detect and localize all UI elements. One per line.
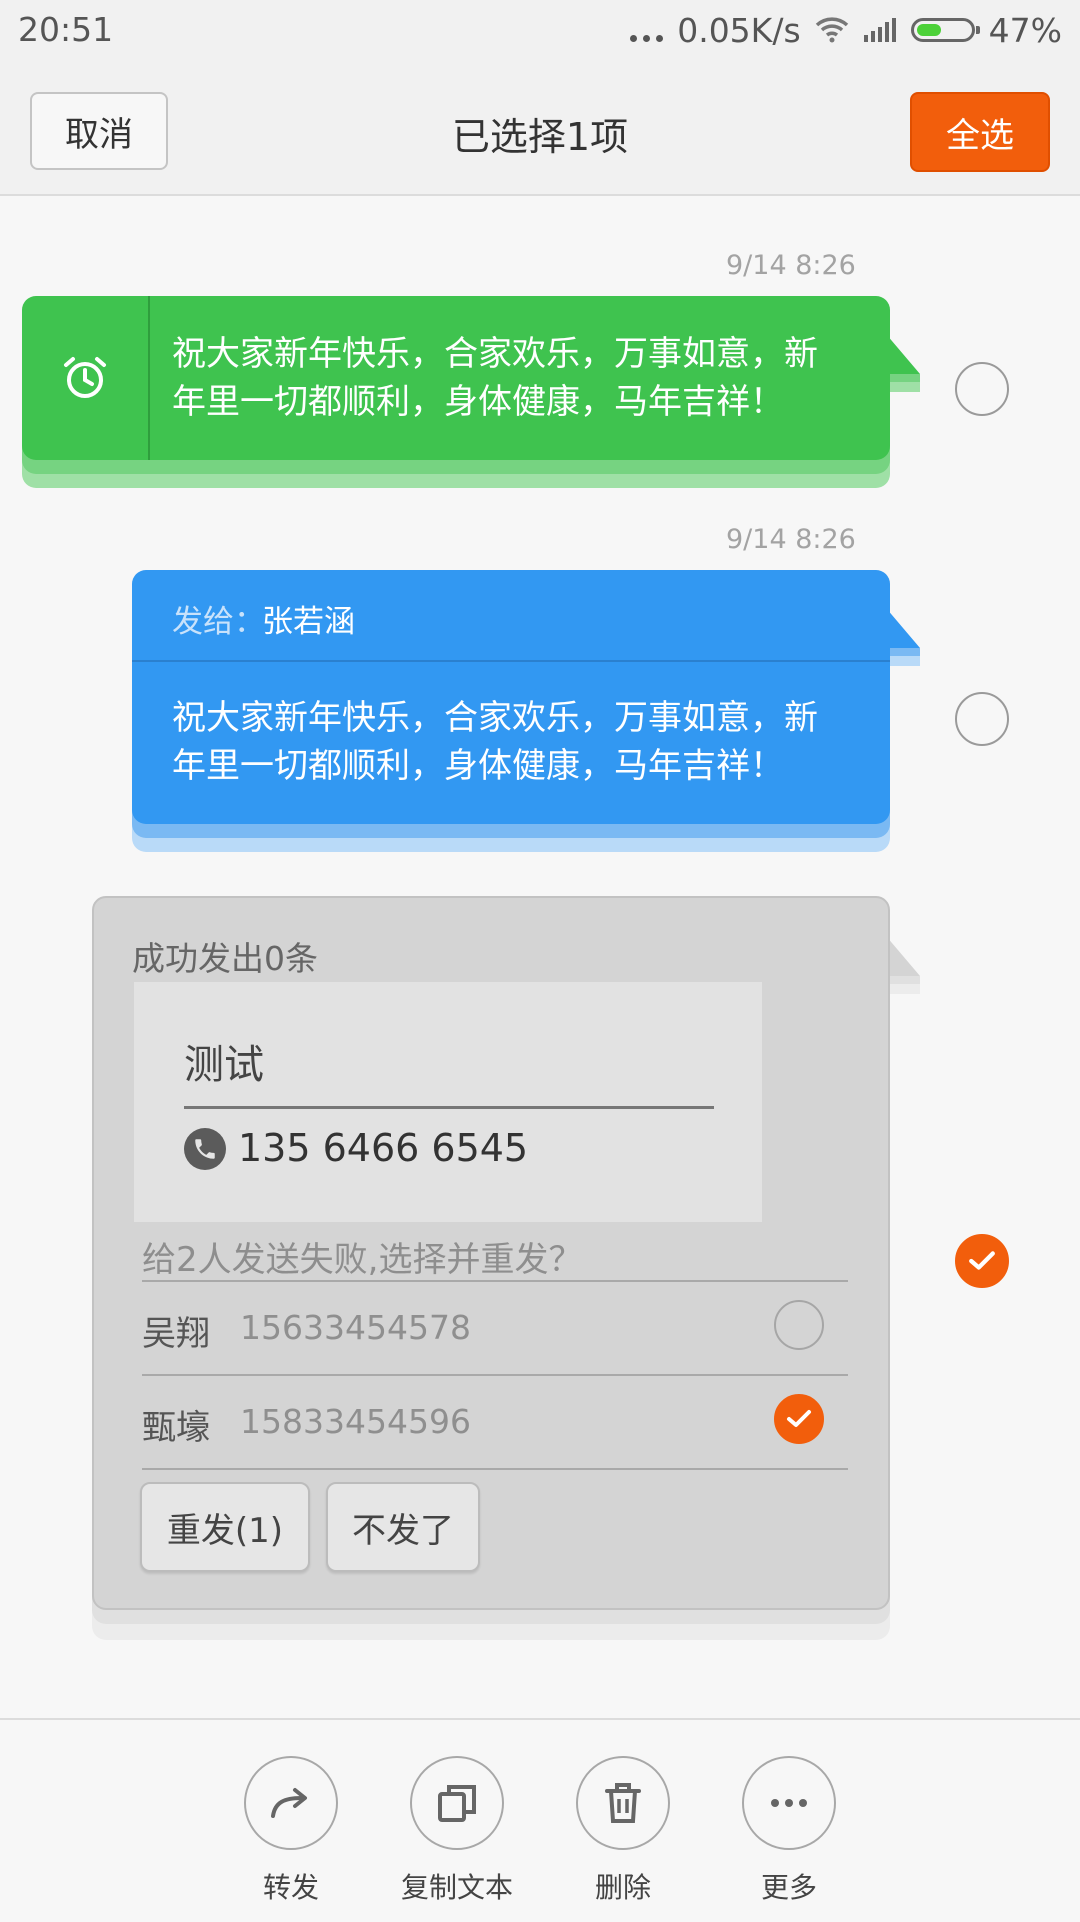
resend-button[interactable]: 重发(1)	[140, 1482, 310, 1572]
trash-icon	[605, 1783, 641, 1823]
more-dots-icon	[630, 18, 664, 42]
status-bar: 20:51 0.05K/s 47%	[0, 0, 1080, 62]
bubble-tail	[886, 334, 920, 392]
phone-icon	[184, 1128, 226, 1170]
recipient-name: 张若涵	[262, 604, 355, 640]
message-text-line: 年里一切都顺利，身体健康，马年吉祥！	[172, 746, 784, 786]
alarm-clock-icon	[64, 357, 106, 398]
bottom-action-bar: 转发 复制文本 删除 更多	[0, 1718, 1080, 1922]
scheduled-message-bubble[interactable]: 祝大家新年快乐，合家欢乐，万事如意，新 年里一切都顺利，身体健康，马年吉祥！	[22, 296, 890, 460]
battery-percent: 47%	[988, 10, 1062, 50]
message-timestamp: 9/14 8:26	[726, 524, 856, 555]
divider	[142, 1468, 848, 1470]
forward-icon	[271, 1788, 307, 1818]
divider	[142, 1280, 848, 1282]
message-text-line: 祝大家新年快乐，合家欢乐，万事如意，新	[172, 698, 818, 738]
failed-message-bubble[interactable]: 成功发出0条 测试 135 6466 6545 给2人发送失败,选择并重发？ 吴…	[92, 896, 890, 1610]
contact-name: 测试	[184, 1042, 264, 1088]
delete-label: 删除	[594, 1871, 651, 1904]
card-edge	[134, 976, 762, 984]
copy-text-label: 复制文本	[400, 1871, 513, 1904]
contact-phone: 135 6466 6545	[238, 1126, 529, 1170]
copy-icon	[438, 1785, 476, 1822]
copy-text-action[interactable]: 复制文本	[387, 1756, 527, 1906]
message-timestamp: 9/14 8:26	[726, 250, 856, 281]
bubble-tail	[886, 608, 920, 666]
divider	[142, 1374, 848, 1376]
sent-message-bubble[interactable]: 发给： 张若涵 祝大家新年快乐，合家欢乐，万事如意，新 年里一切都顺利，身体健康…	[132, 570, 890, 824]
forward-label: 转发	[262, 1871, 319, 1904]
status-time: 20:51	[18, 10, 114, 49]
dont-send-button[interactable]: 不发了	[326, 1482, 480, 1572]
schedule-icon-column	[22, 296, 150, 460]
contact-card[interactable]: 测试 135 6466 6545	[134, 976, 762, 1222]
recipient-label: 发给：	[172, 604, 265, 640]
network-speed: 0.05K/s	[677, 10, 801, 50]
recipient-checkbox[interactable]	[774, 1300, 824, 1350]
recipient-header: 发给： 张若涵	[132, 570, 890, 662]
status-icons: 0.05K/s 47%	[630, 10, 1062, 50]
recipient-number: 15633454578	[240, 1308, 471, 1347]
fail-prompt: 给2人发送失败,选择并重发？	[142, 1240, 583, 1280]
signal-icon	[863, 18, 896, 42]
more-label: 更多	[760, 1871, 817, 1904]
check-icon	[969, 1251, 995, 1270]
bubble-tail	[886, 936, 920, 994]
more-button[interactable]	[742, 1756, 836, 1850]
select-all-button[interactable]: 全选	[910, 92, 1050, 172]
more-action[interactable]: 更多	[719, 1756, 859, 1906]
selection-header: 取消 已选择1项 全选	[0, 62, 1080, 196]
delete-action[interactable]: 删除	[553, 1756, 693, 1906]
message-text-line: 年里一切都顺利，身体健康，马年吉祥！	[172, 382, 784, 422]
wifi-icon	[815, 17, 848, 43]
message-select-radio[interactable]	[955, 692, 1009, 746]
forward-button[interactable]	[244, 1756, 338, 1850]
divider	[184, 1106, 714, 1109]
copy-text-button[interactable]	[410, 1756, 504, 1850]
delete-button[interactable]	[576, 1756, 670, 1850]
send-result-title: 成功发出0条	[132, 939, 318, 978]
battery-icon	[910, 18, 980, 42]
recipient-name: 吴翔	[142, 1314, 210, 1354]
message-select-radio[interactable]	[955, 362, 1009, 416]
more-icon	[771, 1799, 807, 1807]
check-icon	[787, 1410, 811, 1427]
forward-action[interactable]: 转发	[221, 1756, 361, 1906]
message-text-line: 祝大家新年快乐，合家欢乐，万事如意，新	[172, 334, 818, 374]
recipient-checkbox-checked[interactable]	[774, 1394, 824, 1444]
message-select-radio-checked[interactable]	[955, 1234, 1009, 1288]
recipient-name: 甄壕	[142, 1408, 210, 1448]
recipient-number: 15833454596	[240, 1402, 471, 1441]
